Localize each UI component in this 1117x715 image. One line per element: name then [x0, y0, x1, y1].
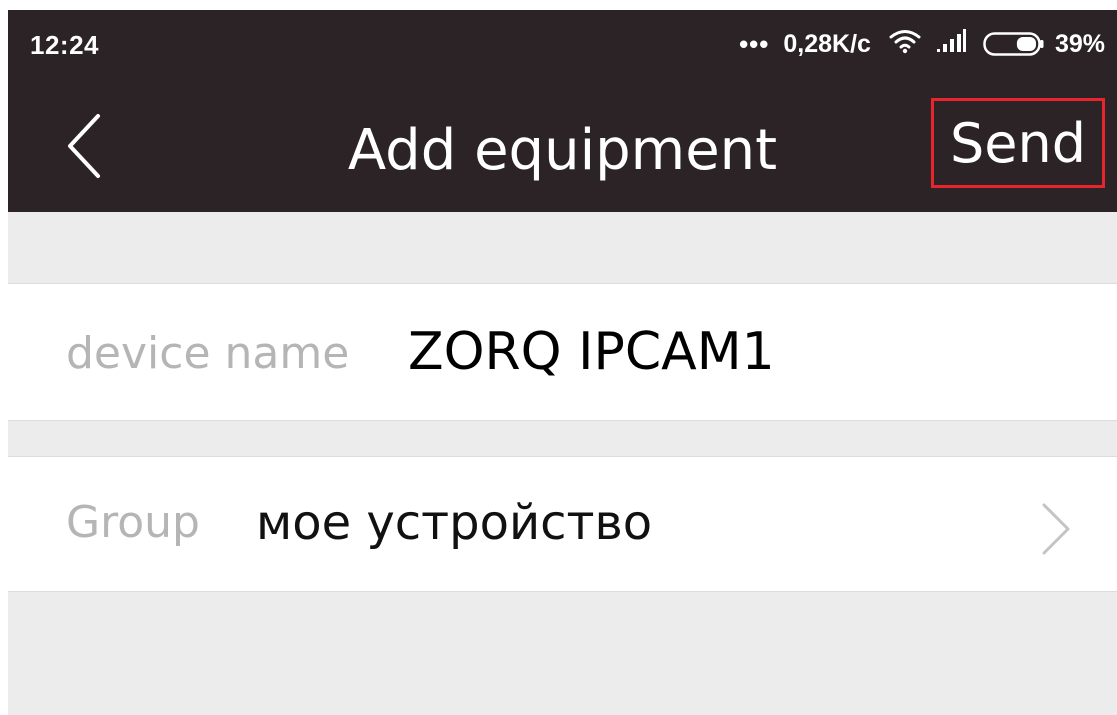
group-selector[interactable]: Group мое устройство: [8, 456, 1117, 592]
group-label: Group: [66, 497, 200, 548]
status-bar: 12:24 ••• 0,28K/c 39%: [8, 10, 1117, 80]
status-time: 12:24: [30, 30, 99, 60]
status-indicators: ••• 0,28K/c 39%: [739, 28, 1105, 60]
signal-icon: [936, 28, 967, 60]
wifi-icon: [889, 28, 921, 61]
battery-icon: [983, 32, 1045, 56]
send-button-label: Send: [949, 111, 1086, 175]
battery-percent: 39%: [1054, 29, 1105, 58]
device-name-row: device name: [8, 283, 1117, 421]
chevron-right-icon: [1042, 503, 1070, 555]
network-speed: 0,28K/c: [783, 29, 871, 58]
device-name-label: device name: [66, 328, 350, 379]
send-button[interactable]: Send: [931, 98, 1105, 188]
app-bar: Add equipment Send: [8, 80, 1117, 212]
device-name-field[interactable]: [408, 322, 1088, 382]
group-value: мое устройство: [256, 495, 653, 551]
notification-dots: •••: [739, 28, 770, 59]
screen: 12:24 ••• 0,28K/c 39% Add equipment Send…: [8, 10, 1117, 715]
